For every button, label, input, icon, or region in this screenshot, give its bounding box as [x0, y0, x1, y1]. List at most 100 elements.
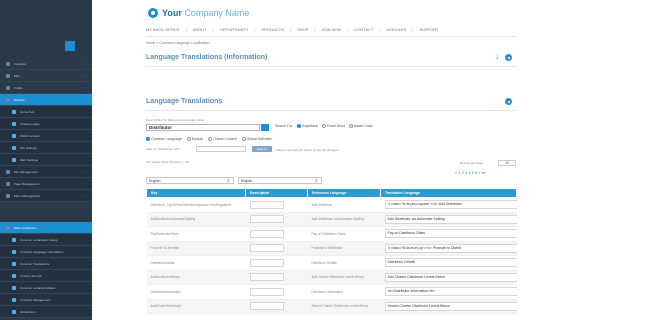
- search-option[interactable]: Match Case: [348, 124, 373, 128]
- table-row: DistributorInformation Distributor Inform…: [146, 284, 517, 300]
- description-input[interactable]: [249, 302, 284, 311]
- translation-input[interactable]: <i class="fa fa-plus-square"></i> Add Di…: [384, 200, 517, 210]
- sidebar-item-label: Common Management: [20, 298, 51, 302]
- sidebar-item[interactable]: Global Item: [0, 306, 92, 318]
- reference-cell: Search Charter Distributor Levels Below: [307, 299, 381, 314]
- translation-input[interactable]: Add Charter Distributor Levels Below: [384, 272, 517, 282]
- nav-link[interactable]: ABOUT: [193, 27, 207, 32]
- radio-button[interactable]: [348, 124, 353, 128]
- download-arrow-icon[interactable]: ↓: [495, 53, 499, 61]
- menu-bullet-icon: [12, 310, 16, 314]
- sidebar-item[interactable]: Menu Management ‹: [0, 190, 92, 202]
- translation-input[interactable]: Pay on Distributor Sales: [384, 229, 517, 239]
- search-input[interactable]: Distributor: [146, 124, 260, 131]
- sidebar-item[interactable]: Home Text: [0, 106, 92, 118]
- menu-bullet-icon: [12, 274, 16, 278]
- translation-input[interactable]: Add Distributor via Automatic Spilling: [384, 214, 517, 224]
- nav-link[interactable]: MODULES: [387, 27, 407, 32]
- sidebar-item[interactable]: Profile ‹: [0, 82, 92, 94]
- sidebar-item[interactable]: Common Localization Setup: [0, 234, 92, 246]
- filter-option[interactable]: Global Definition: [241, 137, 272, 141]
- filter-input[interactable]: [196, 146, 246, 152]
- sidebar-item[interactable]: Change Image: [0, 118, 92, 130]
- menu-bullet-icon: [6, 74, 10, 78]
- sidebar-item[interactable]: Site Settings: [0, 142, 92, 154]
- description-cell: [245, 255, 308, 271]
- radio-button[interactable]: [297, 124, 302, 128]
- sidebar-item[interactable]: Common Translations: [0, 258, 92, 270]
- sidebar-item[interactable]: Country Set Ups: [0, 270, 92, 282]
- sidebar-item[interactable]: Web Localization ∨: [0, 222, 92, 234]
- translation-cell: Distributor Details: [380, 255, 517, 271]
- sidebar-item-label: Public Content: [20, 134, 40, 138]
- reference-language-select[interactable]: English ⇕: [146, 177, 234, 184]
- translation-input[interactable]: Search Charter Distributor Levels Below: [384, 301, 517, 311]
- pagination[interactable]: « 1 2 3 4 5 6 » ⏭: [455, 170, 485, 175]
- description-input[interactable]: [249, 215, 284, 224]
- filter-option[interactable]: Module: [186, 137, 203, 141]
- sidebar-item[interactable]: Site Management ‹: [0, 166, 92, 178]
- sidebar-item[interactable]: Common Management: [0, 294, 92, 306]
- nav-link[interactable]: CONTACT: [354, 27, 373, 32]
- sidebar-header: [0, 40, 92, 54]
- sidebar-item[interactable]: Website ∨: [0, 94, 92, 106]
- chevron-down-icon: ⇕: [314, 178, 318, 183]
- sidebar-item[interactable]: Common Language Translations: [0, 246, 92, 258]
- sidebar-item[interactable]: Contacts ‹: [0, 58, 92, 70]
- translation-input[interactable]: <b>Distributor Information</b>: [384, 287, 517, 297]
- per-page-select[interactable]: 10: [498, 160, 516, 166]
- description-input[interactable]: [249, 258, 284, 267]
- translation-input[interactable]: <i class="fa fa-level-up"></i> Promote t…: [384, 243, 517, 253]
- nav-link[interactable]: SUPPORT: [419, 27, 438, 32]
- search-option-label: Match Case: [353, 124, 373, 128]
- gear-icon[interactable]: [505, 54, 512, 61]
- menu-bullet-icon: [6, 62, 10, 66]
- refresh-button[interactable]: Refresh: [252, 146, 272, 152]
- logo-text: Your Company Name: [162, 8, 250, 18]
- nav-link[interactable]: PRODUCTS: [261, 27, 283, 32]
- description-input[interactable]: [249, 229, 284, 238]
- sidebar-item[interactable]: SEO Settings: [0, 154, 92, 166]
- settings-gear-icon[interactable]: [505, 98, 512, 105]
- description-input[interactable]: [249, 200, 284, 209]
- sidebar-item[interactable]: Common Localized Values: [0, 282, 92, 294]
- menu-bullet-icon: [12, 238, 16, 242]
- filter-option[interactable]: Common Language: [146, 137, 182, 141]
- description-input[interactable]: [249, 273, 284, 282]
- menu-bullet-icon: [12, 146, 16, 150]
- page: Contacts ‹ Mail ‹ Profile ‹ Website ∨ Home Text C…: [0, 0, 658, 320]
- nav-link[interactable]: SHOP: [297, 27, 308, 32]
- description-cell: [245, 284, 308, 300]
- search-option[interactable]: Anywhere: [297, 124, 318, 128]
- filter-option-label: Global Content: [213, 137, 237, 141]
- chevron-icon: ‹: [84, 181, 86, 186]
- radio-button[interactable]: [321, 124, 326, 128]
- description-input[interactable]: [249, 244, 284, 253]
- description-input[interactable]: [249, 287, 284, 296]
- search-option-label: Anywhere: [302, 124, 318, 128]
- translation-input[interactable]: Distributor Details: [384, 258, 517, 268]
- checkbox[interactable]: [208, 137, 213, 141]
- search-button[interactable]: [261, 124, 269, 131]
- translated-language-select[interactable]: English ⇕: [238, 177, 322, 184]
- sidebar-item[interactable]: Public Content: [0, 130, 92, 142]
- filter-option[interactable]: Global Content: [208, 137, 237, 141]
- table-header-row: Key Description Reference Language Trans…: [146, 188, 517, 198]
- sidebar-toggle-button[interactable]: [65, 41, 75, 51]
- company-logo[interactable]: Your Company Name: [148, 6, 249, 20]
- sidebar-item-label: Website: [14, 98, 25, 102]
- nav-separator: |: [412, 27, 414, 32]
- nav-link[interactable]: JOIN NOW: [321, 27, 341, 32]
- checkbox[interactable]: [241, 137, 246, 141]
- sidebar-item[interactable]: Page Management ‹: [0, 178, 92, 190]
- nav-link[interactable]: OPPORTUNITY: [220, 27, 249, 32]
- search-option[interactable]: Exact Word: [321, 124, 345, 128]
- checkbox[interactable]: [146, 137, 150, 141]
- checkbox[interactable]: [186, 137, 191, 141]
- nav-link[interactable]: MY BACK OFFICE: [146, 27, 180, 32]
- key-cell: DistributorInformation: [146, 284, 246, 300]
- column-header: Reference Language: [307, 188, 381, 198]
- sidebar-item[interactable]: Mail ‹: [0, 70, 92, 82]
- table-row: AddDistributorAutomaticSpilling Add Distr…: [146, 212, 517, 227]
- chevron-icon: ‹: [84, 169, 86, 174]
